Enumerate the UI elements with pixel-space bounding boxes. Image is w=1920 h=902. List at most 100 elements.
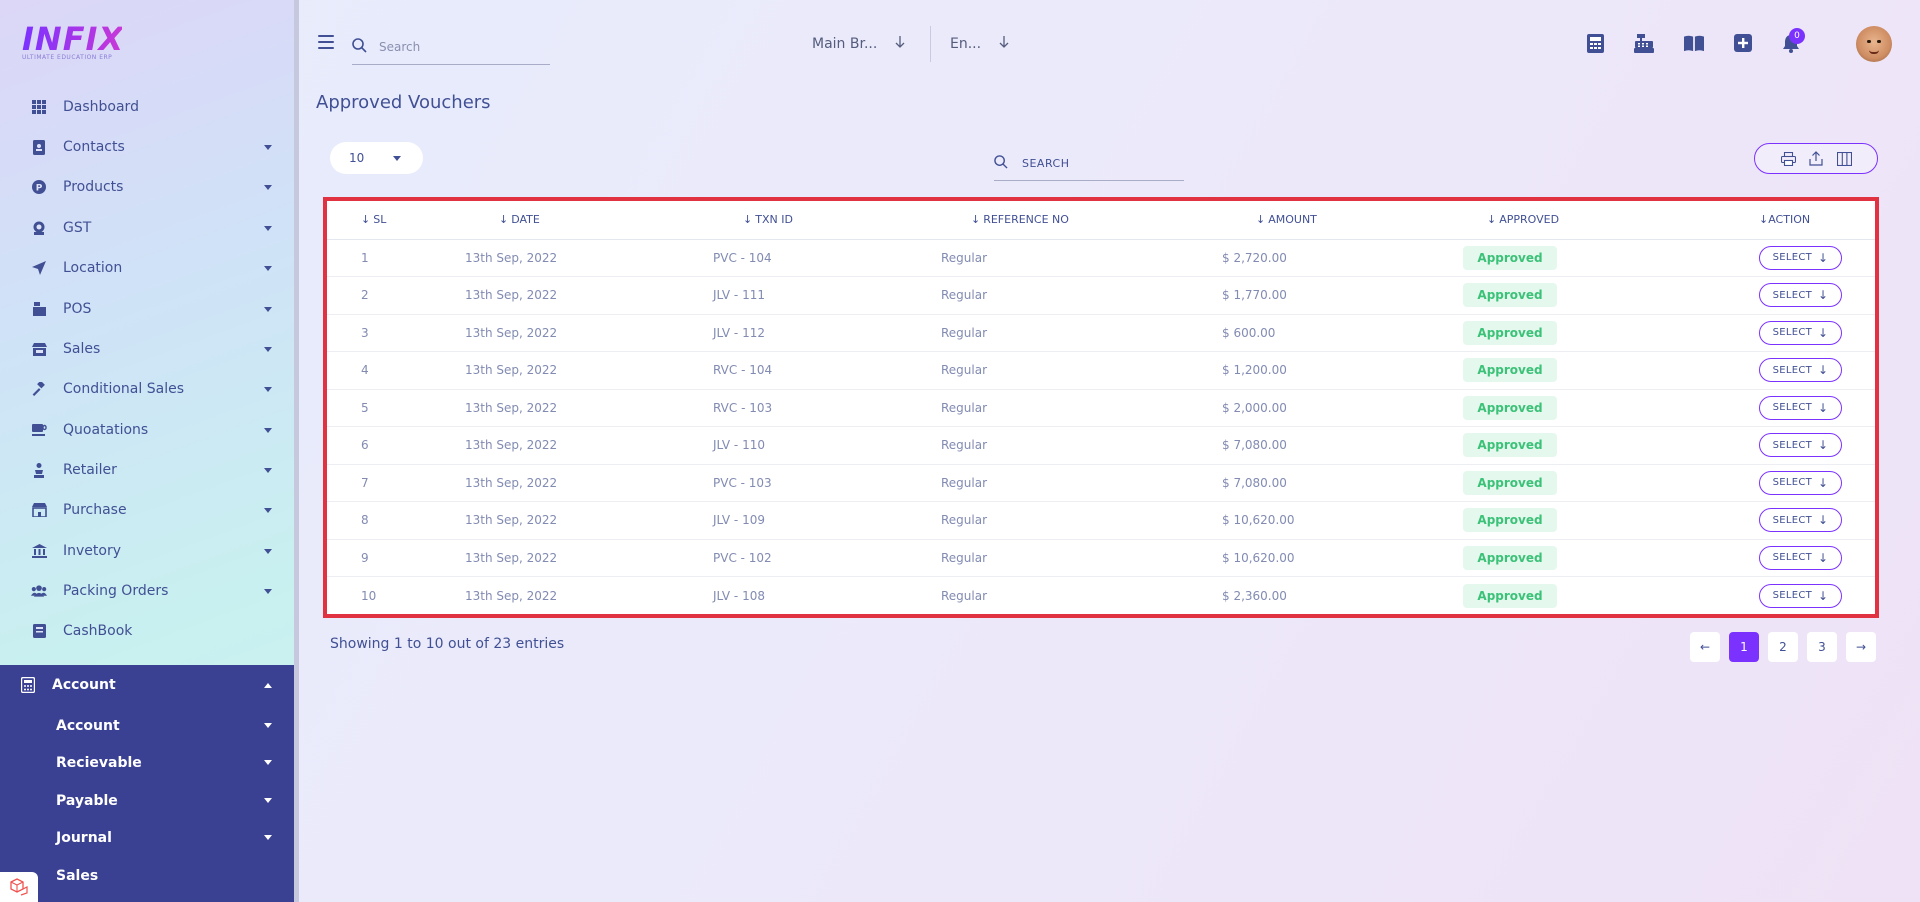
table-search-input[interactable] <box>1022 156 1172 170</box>
cell-txn-id: JLV - 111 <box>713 276 941 315</box>
scrollbar-thumb[interactable] <box>294 0 299 902</box>
chevron-down-icon <box>264 467 272 473</box>
arrow-down-icon: ↓ <box>1818 325 1829 340</box>
sidebar-scrollbar[interactable] <box>294 0 299 902</box>
select-button[interactable]: SELECT ↓ <box>1759 245 1842 270</box>
calculator-icon[interactable] <box>1585 33 1605 53</box>
cell-action: SELECT ↓ <box>1759 539 1875 577</box>
export-icon[interactable] <box>1802 148 1830 170</box>
select-button[interactable]: SELECT ↓ <box>1759 508 1842 533</box>
cell-reference-no: Regular <box>941 276 1222 315</box>
cell-reference-no: Regular <box>941 351 1222 390</box>
column-header-sl[interactable]: ↓ SL <box>327 201 465 240</box>
cell-sl: 6 <box>327 426 465 465</box>
sidebar-item-sales[interactable]: Sales <box>0 329 294 369</box>
page-size-select[interactable]: 10 <box>330 142 423 174</box>
table-row: 6 13th Sep, 2022 JLV - 110 Regular $ 7,080.0… <box>327 426 1875 465</box>
select-button[interactable]: SELECT ↓ <box>1759 358 1842 383</box>
contact-book-icon <box>31 139 47 155</box>
cell-amount: $ 10,620.00 <box>1222 501 1463 540</box>
gavel-icon <box>31 381 47 397</box>
book-icon[interactable] <box>1684 33 1704 53</box>
sort-arrow-icon: ↓ <box>971 213 981 227</box>
select-button[interactable]: SELECT ↓ <box>1759 433 1842 458</box>
sidebar-item-location[interactable]: Location <box>0 248 294 288</box>
column-header-approved[interactable]: ↓ APPROVED <box>1463 201 1759 240</box>
avatar[interactable] <box>1856 26 1892 62</box>
chevron-down-icon <box>264 346 272 352</box>
cell-sl: 10 <box>361 588 377 603</box>
select-button[interactable]: SELECT ↓ <box>1759 583 1842 608</box>
submenu-item-journal[interactable]: Journal <box>0 819 294 856</box>
sidebar-item-account[interactable]: Account <box>0 665 294 705</box>
app-logo[interactable]: INFIX ULTIMATE EDUCATION ERP <box>22 22 123 66</box>
cash-register-icon[interactable] <box>1634 33 1654 53</box>
select-button-label: SELECT <box>1772 402 1813 414</box>
sidebar-item-pos[interactable]: POS <box>0 289 294 329</box>
select-button[interactable]: SELECT ↓ <box>1759 545 1842 570</box>
select-button-label: SELECT <box>1772 289 1813 301</box>
table-tools <box>1754 143 1878 174</box>
sidebar-item-cashbook[interactable]: CashBook <box>0 611 294 651</box>
sidebar-item-label: Contacts <box>63 139 125 155</box>
arrow-down-icon: ↓ <box>1818 550 1829 565</box>
cell-sl: 8 <box>327 501 465 540</box>
chevron-down-icon <box>264 798 272 803</box>
columns-icon[interactable] <box>1830 148 1858 170</box>
table-row: 1 13th Sep, 2022 PVC - 104 Regular $ 2,720.0… <box>327 239 1875 277</box>
select-button[interactable]: SELECT ↓ <box>1759 395 1842 420</box>
pagination-next-button[interactable]: → <box>1846 632 1876 662</box>
submenu-item-account[interactable]: Account <box>0 707 294 744</box>
cell-date: 13th Sep, 2022 <box>465 314 713 352</box>
column-header-action[interactable]: ↓ACTION <box>1759 201 1875 240</box>
svg-text:P: P <box>36 184 43 194</box>
language-select[interactable]: En... <box>950 30 1009 58</box>
pagination-prev-button[interactable]: ← <box>1690 632 1720 662</box>
submenu-item-label: Account <box>56 717 120 734</box>
column-header-amount[interactable]: ↓ AMOUNT <box>1222 201 1463 240</box>
cell-date: 13th Sep, 2022 <box>465 426 713 465</box>
column-header-reference-no[interactable]: ↓ REFERENCE NO <box>941 201 1222 240</box>
sidebar-item-products[interactable]: P Products <box>0 167 294 207</box>
select-button[interactable]: SELECT ↓ <box>1759 470 1842 495</box>
sidebar-item-dashboard[interactable]: Dashboard <box>0 87 294 127</box>
print-icon[interactable] <box>1774 148 1802 170</box>
sort-arrow-icon: ↓ <box>1256 213 1266 227</box>
cell-sl: 9 <box>327 539 465 577</box>
column-header-label: ACTION <box>1768 213 1811 227</box>
cell-txn-id: PVC - 104 <box>713 239 941 277</box>
sidebar-item-packing-orders[interactable]: Packing Orders <box>0 571 294 611</box>
laravel-debugbar-icon[interactable] <box>0 872 38 902</box>
sidebar-item-label: Purchase <box>63 502 127 518</box>
select-button[interactable]: SELECT ↓ <box>1759 320 1842 345</box>
search-input[interactable] <box>379 40 539 54</box>
cell-amount: $ 2,720.00 <box>1222 239 1463 277</box>
pagination-page-3[interactable]: 3 <box>1807 632 1837 662</box>
branch-select[interactable]: Main Br... <box>812 30 905 58</box>
pagination-page-2[interactable]: 2 <box>1768 632 1798 662</box>
sidebar-item-retailer[interactable]: Retailer <box>0 450 294 490</box>
submenu-item-sales[interactable]: Sales <box>0 857 294 894</box>
select-button[interactable]: SELECT ↓ <box>1759 283 1842 308</box>
cell-reference-no: Regular <box>941 389 1222 427</box>
submenu-item-payable[interactable]: Payable <box>0 782 294 819</box>
arrow-down-icon: ↓ <box>1818 288 1829 303</box>
sidebar-item-conditional-sales[interactable]: Conditional Sales <box>0 369 294 409</box>
column-header-txn-id[interactable]: ↓ TXN ID <box>713 201 941 240</box>
cell-amount: $ 7,080.00 <box>1222 426 1463 465</box>
pagination-page-1[interactable]: 1 <box>1729 632 1759 662</box>
chevron-down-icon <box>264 760 272 765</box>
sidebar-item-invetory[interactable]: Invetory <box>0 531 294 571</box>
column-header-date[interactable]: ↓ DATE <box>465 201 713 240</box>
branch-label: Main Br... <box>812 36 878 52</box>
plus-square-icon[interactable] <box>1733 33 1753 53</box>
sidebar-item-purchase[interactable]: Purchase <box>0 490 294 530</box>
cell-action: SELECT ↓ <box>1759 577 1875 615</box>
sidebar-item-quoatations[interactable]: Quoatations <box>0 410 294 450</box>
menu-toggle-icon[interactable] <box>318 35 334 49</box>
chevron-down-icon <box>264 548 272 554</box>
sidebar-item-gst[interactable]: GST <box>0 208 294 248</box>
select-button-label: SELECT <box>1772 590 1813 601</box>
sidebar-item-contacts[interactable]: Contacts <box>0 127 294 167</box>
submenu-item-recievable[interactable]: Recievable <box>0 744 294 781</box>
